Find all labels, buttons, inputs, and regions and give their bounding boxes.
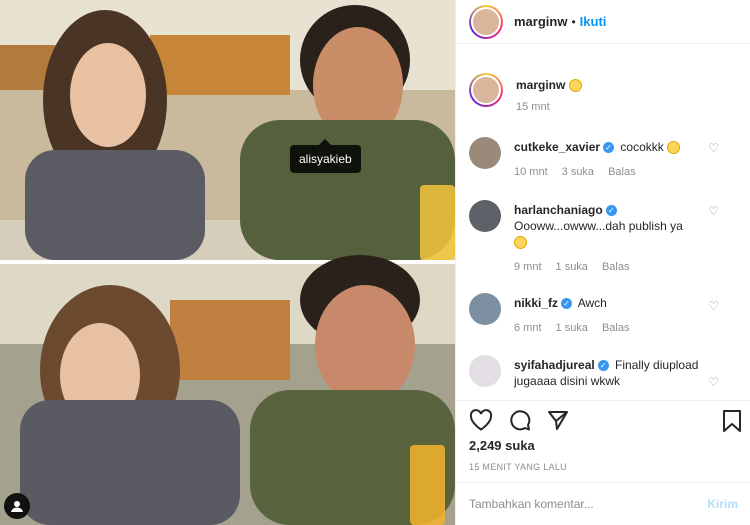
comments-list[interactable]: marginw 15 mnt cutkeke_xavier ✓ cocokkk 1… [456,45,750,400]
tag-label: alisyakieb [299,152,352,166]
commenter-avatar[interactable] [469,355,501,387]
comment-time: 10 mnt [514,166,548,178]
verified-icon: ✓ [561,298,573,310]
comment-text: cocokkk [620,140,664,154]
user-tag-icon[interactable] [4,493,30,519]
caption-time: 15 mnt [516,101,550,114]
comment-item: syifahadjureal ✓ Finally diupload jugaaaa… [469,355,741,389]
comment-item: harlanchaniago ✓ Oooww...owww...dah publi… [469,200,741,275]
comment-username[interactable]: syifahadjureal [514,358,595,372]
post-header: marginw • Ikuti [456,0,750,44]
commenter-avatar[interactable] [469,293,501,325]
share-icon[interactable] [547,409,569,431]
reply-button[interactable]: Balas [608,164,636,180]
reply-button[interactable]: Balas [602,320,630,336]
emoji-icon [514,236,527,250]
comment-time: 9 mnt [514,261,542,273]
user-tag[interactable]: alisyakieb [290,139,361,173]
like-comment-heart-icon[interactable]: ♡ [708,204,719,218]
follow-button[interactable]: Ikuti [580,14,607,29]
like-comment-heart-icon[interactable]: ♡ [708,375,719,389]
comment-text: Awch [577,296,607,310]
comment-item: nikki_fz ✓ Awch 6 mnt 1 suka Balas ♡ [469,293,741,336]
comment-text: Oooww...owww...dah publish ya [514,219,683,233]
post-comment-button[interactable]: Kirim [707,497,738,511]
action-bar: 2,249 suka 15 MENIT YANG LALU [456,400,750,482]
comment-icon[interactable] [509,409,531,431]
caption-avatar[interactable] [469,73,503,107]
comment-username[interactable]: nikki_fz [514,296,558,310]
emoji-icon [667,141,681,155]
comment-input[interactable] [469,497,708,511]
like-comment-heart-icon[interactable]: ♡ [708,141,719,155]
caption-username[interactable]: marginw [516,78,565,92]
post-panel: marginw • Ikuti marginw 15 mnt cutkeke_x… [455,0,750,525]
comment-item: cutkeke_xavier ✓ cocokkk 10 mnt 3 suka Ba… [469,137,741,180]
add-comment-bar: Kirim [456,482,750,525]
comment-username[interactable]: cutkeke_xavier [514,140,600,154]
like-comment-heart-icon[interactable]: ♡ [708,299,719,313]
comment-likes[interactable]: 1 suka [556,259,588,275]
separator: • [571,14,576,29]
heart-icon[interactable] [469,409,493,431]
caption: marginw 15 mnt [469,73,582,113]
comment-likes[interactable]: 1 suka [556,320,588,336]
author-username[interactable]: marginw [514,14,567,29]
commenter-avatar[interactable] [469,200,501,232]
verified-icon: ✓ [605,205,617,217]
post-image[interactable]: alisyakieb [0,0,455,525]
verified-icon: ✓ [603,142,615,154]
comment-time: 6 mnt [514,322,542,334]
photo-collage [0,0,455,525]
post-timestamp[interactable]: 15 MENIT YANG LALU [469,462,567,472]
verified-icon: ✓ [597,360,609,372]
bookmark-icon[interactable] [721,409,743,433]
commenter-avatar[interactable] [469,137,501,169]
smile-emoji-icon [568,79,582,93]
comment-username[interactable]: harlanchaniago [514,203,603,217]
person-icon [11,501,23,512]
likes-count[interactable]: 2,249 suka [469,438,535,453]
author-avatar[interactable] [469,4,503,39]
comment-likes[interactable]: 3 suka [562,164,594,180]
reply-button[interactable]: Balas [602,259,630,275]
